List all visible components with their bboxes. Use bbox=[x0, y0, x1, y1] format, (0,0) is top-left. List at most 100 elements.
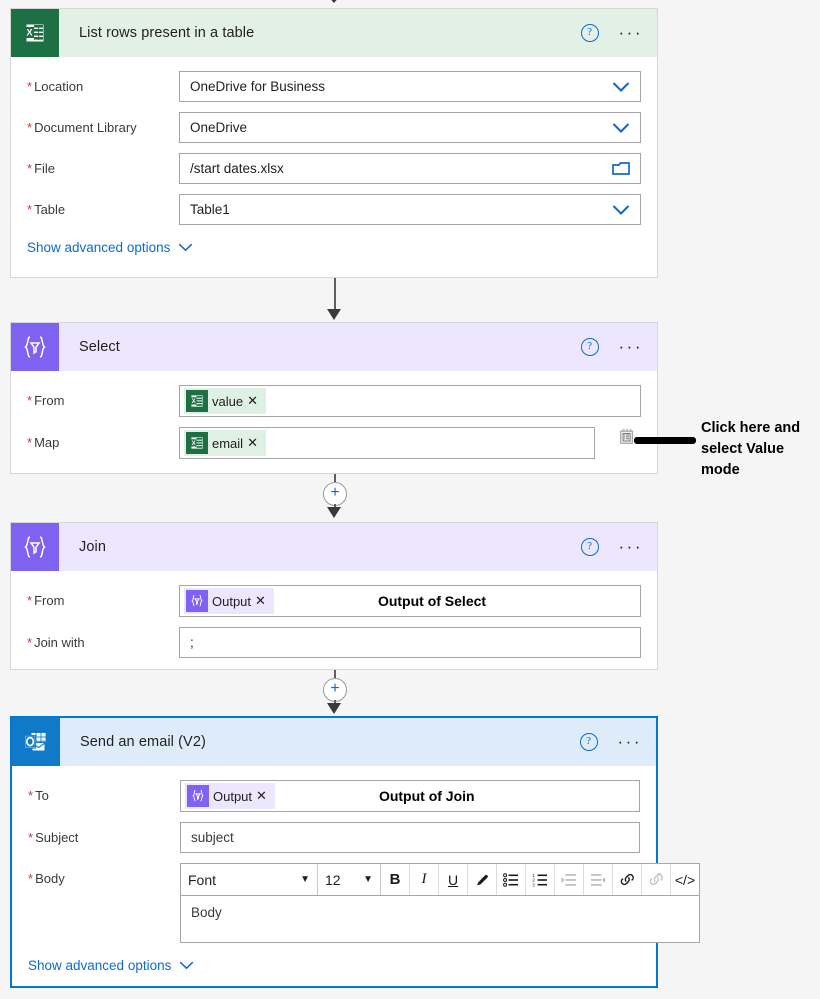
token-chip-value[interactable]: X value ✕ bbox=[184, 388, 266, 414]
action-card-send-email[interactable]: Send an email (V2) ? ··· * To Output ✕ O… bbox=[10, 716, 700, 988]
card-body: * To Output ✕ Output of Join * Subject s… bbox=[12, 766, 700, 975]
remove-token-icon[interactable]: ✕ bbox=[255, 593, 274, 609]
field-label: * Body bbox=[28, 871, 65, 886]
font-family-dropdown[interactable]: Font ▼ bbox=[181, 864, 318, 895]
more-options-button[interactable]: ··· bbox=[618, 733, 642, 750]
file-input[interactable]: /start dates.xlsx bbox=[179, 153, 641, 184]
outdent-icon[interactable] bbox=[584, 864, 613, 895]
document-library-dropdown[interactable]: OneDrive bbox=[179, 112, 641, 143]
help-icon[interactable]: ? bbox=[580, 338, 599, 356]
excel-icon: X bbox=[11, 9, 59, 57]
highlighter-icon[interactable] bbox=[468, 864, 497, 895]
action-card-select[interactable]: Select ? ··· * From X value ✕ * Map X em… bbox=[10, 322, 658, 474]
email-to-input[interactable]: Output ✕ Output of Join bbox=[180, 780, 640, 812]
show-advanced-options-link[interactable]: Show advanced options bbox=[27, 240, 193, 255]
field-label: * Subject bbox=[28, 830, 79, 845]
required-asterisk: * bbox=[27, 202, 33, 217]
required-asterisk: * bbox=[27, 79, 33, 94]
help-icon[interactable]: ? bbox=[579, 733, 598, 751]
link-icon[interactable] bbox=[613, 864, 642, 895]
remove-token-icon[interactable]: ✕ bbox=[247, 393, 266, 409]
field-value: OneDrive for Business bbox=[190, 79, 326, 94]
card-title: Send an email (V2) bbox=[80, 734, 206, 750]
data-operation-icon bbox=[11, 523, 59, 571]
card-body: * From Output ✕ Output of Select * Join … bbox=[11, 571, 657, 658]
chevron-down-icon bbox=[180, 961, 194, 970]
field-value: subject bbox=[191, 830, 234, 845]
advanced-options-label: Show advanced options bbox=[28, 958, 172, 973]
join-from-input[interactable]: Output ✕ Output of Select bbox=[179, 585, 641, 617]
card-header[interactable]: Send an email (V2) ? ··· bbox=[12, 718, 656, 766]
field-row-subject: * Subject subject bbox=[28, 822, 640, 853]
more-options-button[interactable]: ··· bbox=[619, 338, 643, 355]
italic-icon[interactable]: I bbox=[410, 864, 439, 895]
font-size-label: 12 bbox=[325, 871, 341, 888]
folder-picker-icon[interactable] bbox=[612, 161, 630, 176]
select-from-input[interactable]: X value ✕ bbox=[179, 385, 641, 417]
required-asterisk: * bbox=[28, 788, 34, 803]
add-step-button[interactable]: + bbox=[323, 482, 347, 506]
bulleted-list-icon[interactable] bbox=[497, 864, 526, 895]
rich-text-toolbar: Font ▼ 12 ▼ B I U 1 2 3 </> bbox=[180, 863, 700, 895]
token-chip-output[interactable]: Output ✕ bbox=[185, 783, 275, 809]
help-icon[interactable]: ? bbox=[580, 538, 599, 556]
chevron-down-icon[interactable] bbox=[612, 81, 630, 92]
email-body-input[interactable]: Body bbox=[180, 895, 700, 943]
table-dropdown[interactable]: Table1 bbox=[179, 194, 641, 225]
add-step-button[interactable]: + bbox=[323, 678, 347, 702]
card-header[interactable]: Select ? ··· bbox=[11, 323, 657, 371]
card-header[interactable]: X List rows present in a table ? ··· bbox=[11, 9, 657, 57]
annotation-line-2: select Value mode bbox=[701, 441, 785, 478]
svg-text:X: X bbox=[192, 441, 196, 447]
field-value: ; bbox=[190, 635, 194, 650]
email-subject-input[interactable]: subject bbox=[180, 822, 640, 853]
field-label: * File bbox=[27, 161, 56, 176]
remove-token-icon[interactable]: ✕ bbox=[247, 435, 266, 451]
field-label: * Map bbox=[27, 435, 60, 450]
bold-icon[interactable]: B bbox=[381, 864, 410, 895]
more-options-button[interactable]: ··· bbox=[619, 24, 643, 41]
required-asterisk: * bbox=[27, 393, 33, 408]
field-row-table: * Table Table1 bbox=[27, 194, 641, 225]
font-family-label: Font bbox=[188, 871, 217, 888]
switch-value-mode-icon[interactable] bbox=[620, 428, 636, 446]
field-row-to: * To Output ✕ Output of Join bbox=[28, 780, 640, 812]
field-row-document-library: * Document Library OneDrive bbox=[27, 112, 641, 143]
required-asterisk: * bbox=[27, 161, 33, 176]
numbered-list-icon[interactable]: 123 bbox=[526, 864, 555, 895]
card-title: Select bbox=[79, 339, 120, 355]
token-chip-output[interactable]: Output ✕ bbox=[184, 588, 274, 614]
field-row-body: * Body Font ▼ 12 ▼ B I U 1 2 3 </> Body bbox=[28, 863, 700, 943]
data-operation-icon bbox=[11, 323, 59, 371]
more-options-button[interactable]: ··· bbox=[619, 538, 643, 555]
select-map-input[interactable]: X email ✕ bbox=[179, 427, 595, 459]
token-caption: Output of Select bbox=[377, 593, 487, 609]
font-size-dropdown[interactable]: 12 ▼ bbox=[318, 864, 381, 895]
action-card-join[interactable]: Join ? ··· * From Output ✕ Output of Sel… bbox=[10, 522, 658, 670]
flow-designer-canvas: X List rows present in a table ? ··· * Lo… bbox=[0, 0, 820, 999]
join-with-input[interactable]: ; bbox=[179, 627, 641, 658]
outlook-icon bbox=[12, 718, 60, 766]
required-asterisk: * bbox=[28, 871, 34, 886]
token-chip-email[interactable]: X email ✕ bbox=[184, 430, 266, 456]
code-view-icon[interactable]: </> bbox=[671, 864, 699, 895]
field-row-from: * From Output ✕ Output of Select bbox=[27, 585, 641, 617]
underline-icon[interactable]: U bbox=[439, 864, 468, 895]
advanced-options-row: Show advanced options bbox=[27, 239, 641, 257]
card-header[interactable]: Join ? ··· bbox=[11, 523, 657, 571]
indent-icon[interactable] bbox=[555, 864, 584, 895]
remove-token-icon[interactable]: ✕ bbox=[256, 788, 275, 804]
field-row-location: * Location OneDrive for Business bbox=[27, 71, 641, 102]
chevron-down-icon[interactable] bbox=[612, 122, 630, 133]
help-icon[interactable]: ? bbox=[580, 24, 599, 42]
excel-icon: X bbox=[186, 390, 208, 412]
card-title: Join bbox=[79, 539, 106, 555]
advanced-options-label: Show advanced options bbox=[27, 240, 171, 255]
token-label: value bbox=[212, 393, 244, 409]
unlink-icon[interactable] bbox=[642, 864, 671, 895]
chevron-down-icon[interactable] bbox=[612, 204, 630, 215]
show-advanced-options-link[interactable]: Show advanced options bbox=[28, 958, 194, 973]
action-card-list-rows[interactable]: X List rows present in a table ? ··· * Lo… bbox=[10, 8, 658, 278]
location-dropdown[interactable]: OneDrive for Business bbox=[179, 71, 641, 102]
field-row-map: * Map X email ✕ bbox=[27, 427, 641, 459]
